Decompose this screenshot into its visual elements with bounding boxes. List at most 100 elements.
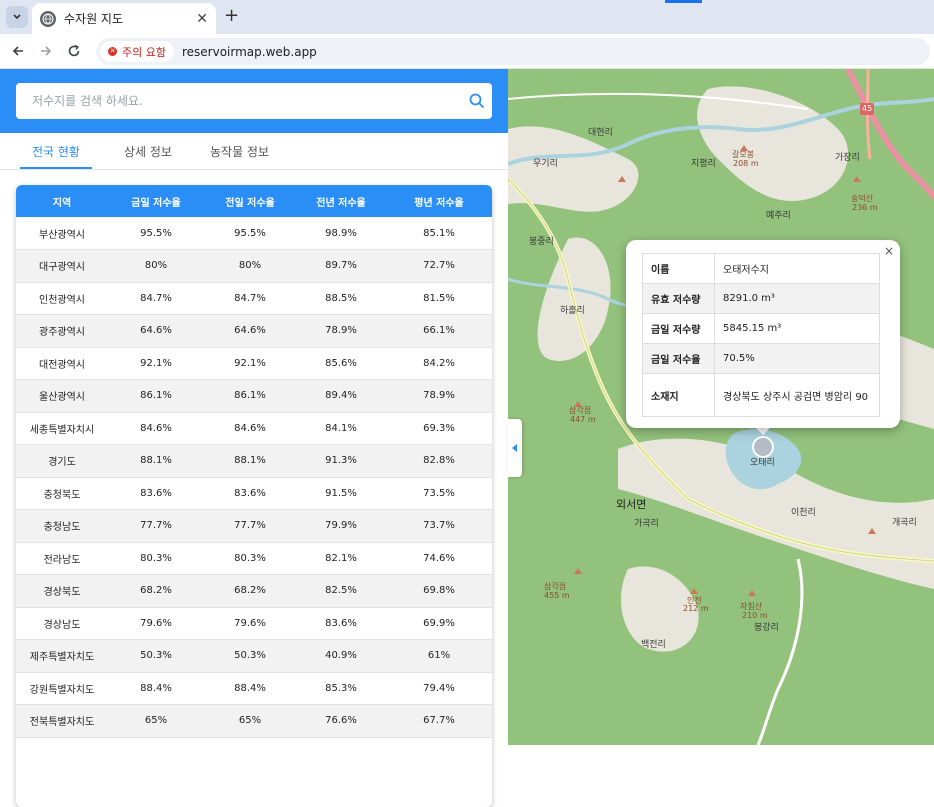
rate-cell: 69.3% bbox=[386, 412, 492, 445]
rate-cell: 86.1% bbox=[108, 379, 204, 413]
rate-cell: 81.5% bbox=[386, 282, 492, 315]
tab-national-status[interactable]: 전국 현황 bbox=[32, 143, 80, 160]
rate-cell: 65% bbox=[108, 704, 204, 738]
security-warning-chip[interactable]: ✕ 주의 요함 bbox=[100, 41, 174, 62]
table-row[interactable]: 세종특별자치시 84.6% 84.6% 84.1% 69.3% bbox=[16, 412, 492, 445]
popup-row: 소재지 경상북도 상주시 공검면 병암리 90 bbox=[642, 373, 880, 417]
rate-cell: 84.6% bbox=[108, 412, 204, 445]
table-row[interactable]: 경기도 88.1% 88.1% 91.3% 82.8% bbox=[16, 444, 492, 478]
panel-tabs: 전국 현황 상세 정보 농작물 정보 bbox=[0, 133, 508, 170]
rate-cell: 85.1% bbox=[386, 217, 492, 250]
map-place-label: 봉중리 bbox=[529, 237, 554, 247]
table-row[interactable]: 전북특별자치도 65% 65% 76.6% 67.7% bbox=[16, 704, 492, 738]
tab-title: 수자원 지도 bbox=[64, 12, 124, 26]
rate-cell: 84.7% bbox=[204, 282, 296, 315]
rate-cell: 95.5% bbox=[204, 217, 296, 250]
rate-cell: 50.3% bbox=[204, 639, 296, 673]
table-row[interactable]: 충청북도 83.6% 83.6% 91.5% 73.5% bbox=[16, 477, 492, 510]
region-cell: 충청남도 bbox=[16, 509, 108, 543]
table-row[interactable]: 대전광역시 92.1% 92.1% 85.6% 84.2% bbox=[16, 347, 492, 380]
map-place-label: 우기리 bbox=[533, 159, 558, 169]
collapse-panel-button[interactable] bbox=[508, 419, 522, 477]
rate-cell: 77.7% bbox=[204, 509, 296, 543]
popup-value: 8291.0 m³ bbox=[714, 283, 880, 314]
rate-cell: 89.4% bbox=[296, 379, 386, 413]
table-row[interactable]: 제주특별자치도 50.3% 50.3% 40.9% 61% bbox=[16, 639, 492, 673]
popup-close-icon[interactable]: × bbox=[884, 244, 894, 258]
browser-toolbar: ✕ 주의 요함 reservoirmap.web.app bbox=[0, 34, 934, 69]
forward-icon[interactable] bbox=[36, 41, 56, 61]
search-box bbox=[16, 83, 492, 119]
rate-cell: 84.1% bbox=[296, 412, 386, 445]
rate-cell: 91.3% bbox=[296, 444, 386, 478]
table-row[interactable]: 울산광역시 86.1% 86.1% 89.4% 78.9% bbox=[16, 379, 492, 413]
popup-key: 유효 저수량 bbox=[642, 283, 715, 314]
rate-cell: 66.1% bbox=[386, 314, 492, 348]
search-header bbox=[0, 69, 508, 133]
region-cell: 전라남도 bbox=[16, 542, 108, 575]
map-place-label: 예주리 bbox=[766, 211, 791, 221]
rate-cell: 64.6% bbox=[204, 314, 296, 348]
close-tab-icon[interactable]: ✕ bbox=[196, 11, 208, 27]
rate-cell: 69.9% bbox=[386, 607, 492, 640]
map-place-label: 지평리 bbox=[691, 159, 716, 169]
table-row[interactable]: 전라남도 80.3% 80.3% 82.1% 74.6% bbox=[16, 542, 492, 575]
rate-cell: 76.6% bbox=[296, 704, 386, 738]
popup-row: 금일 저수율 70.5% bbox=[642, 343, 880, 374]
search-icon[interactable] bbox=[462, 86, 492, 116]
reservoir-info-popup: × 이름 오태저수지 유효 저수량 8291.0 m³ 금일 저수량 5845.… bbox=[626, 240, 900, 428]
region-cell: 강원특별자치도 bbox=[16, 672, 108, 705]
rate-cell: 98.9% bbox=[296, 217, 386, 250]
table-row[interactable]: 강원특별자치도 88.4% 88.4% 85.3% 79.4% bbox=[16, 672, 492, 705]
rate-cell: 78.9% bbox=[296, 314, 386, 348]
table-row[interactable]: 광주광역시 64.6% 64.6% 78.9% 66.1% bbox=[16, 314, 492, 348]
column-header: 전일 저수율 bbox=[204, 185, 296, 217]
map-place-label: 대현리 bbox=[588, 128, 613, 138]
url-text[interactable]: reservoirmap.web.app bbox=[182, 45, 317, 59]
tab-detail-info[interactable]: 상세 정보 bbox=[124, 143, 172, 160]
map-elevation-label: 208 m bbox=[733, 159, 759, 168]
table-row[interactable]: 경상북도 68.2% 68.2% 82.5% 69.8% bbox=[16, 574, 492, 608]
rate-cell: 88.4% bbox=[108, 672, 204, 705]
table-row[interactable]: 대구광역시 80% 80% 89.7% 72.7% bbox=[16, 249, 492, 283]
tab-search-button[interactable] bbox=[6, 6, 28, 28]
column-header: 지역 bbox=[16, 185, 108, 217]
rate-cell: 92.1% bbox=[108, 347, 204, 380]
map-place-label: 개곡리 bbox=[892, 518, 917, 528]
rate-cell: 79.9% bbox=[296, 509, 386, 543]
tab-crop-info[interactable]: 농작물 정보 bbox=[210, 143, 269, 160]
rate-cell: 80.3% bbox=[204, 542, 296, 575]
rate-cell: 72.7% bbox=[386, 249, 492, 283]
new-tab-button[interactable]: + bbox=[224, 6, 239, 26]
table-row[interactable]: 충청남도 77.7% 77.7% 79.9% 73.7% bbox=[16, 509, 492, 543]
table-header-row: 지역 금일 저수율 전일 저수율 전년 저수율 평년 저수율 bbox=[16, 185, 492, 217]
globe-icon bbox=[40, 10, 56, 27]
chevron-down-icon bbox=[13, 14, 21, 20]
rate-cell: 83.6% bbox=[108, 477, 204, 510]
table-row[interactable]: 부산광역시 95.5% 95.5% 98.9% 85.1% bbox=[16, 217, 492, 250]
search-input[interactable] bbox=[32, 94, 462, 108]
rate-cell: 88.1% bbox=[204, 444, 296, 478]
column-header: 평년 저수율 bbox=[386, 185, 492, 217]
address-bar[interactable]: ✕ 주의 요함 reservoirmap.web.app bbox=[96, 38, 930, 65]
back-icon[interactable] bbox=[8, 41, 28, 61]
region-cell: 대전광역시 bbox=[16, 347, 108, 380]
map-place-label: 가장리 bbox=[835, 153, 860, 163]
map-place-label: 하흘리 bbox=[560, 306, 585, 316]
rate-cell: 80% bbox=[108, 249, 204, 283]
browser-tab[interactable]: 수자원 지도 ✕ bbox=[32, 3, 216, 34]
table-row[interactable]: 경상남도 79.6% 79.6% 83.6% 69.9% bbox=[16, 607, 492, 640]
rate-cell: 40.9% bbox=[296, 639, 386, 673]
map-place-label: 외서면 bbox=[616, 498, 647, 511]
popup-key: 금일 저수량 bbox=[642, 313, 715, 344]
rate-cell: 88.1% bbox=[108, 444, 204, 478]
reload-icon[interactable] bbox=[64, 41, 84, 61]
reservoir-marker[interactable] bbox=[752, 436, 774, 458]
map-elevation-label: 455 m bbox=[544, 591, 570, 600]
map-elevation-label: 210 m bbox=[742, 611, 768, 620]
region-cell: 제주특별자치도 bbox=[16, 639, 108, 673]
map-place-label: 봉강리 bbox=[754, 623, 779, 633]
rate-cell: 85.6% bbox=[296, 347, 386, 380]
rate-cell: 80.3% bbox=[108, 542, 204, 575]
table-row[interactable]: 인천광역시 84.7% 84.7% 88.5% 81.5% bbox=[16, 282, 492, 315]
